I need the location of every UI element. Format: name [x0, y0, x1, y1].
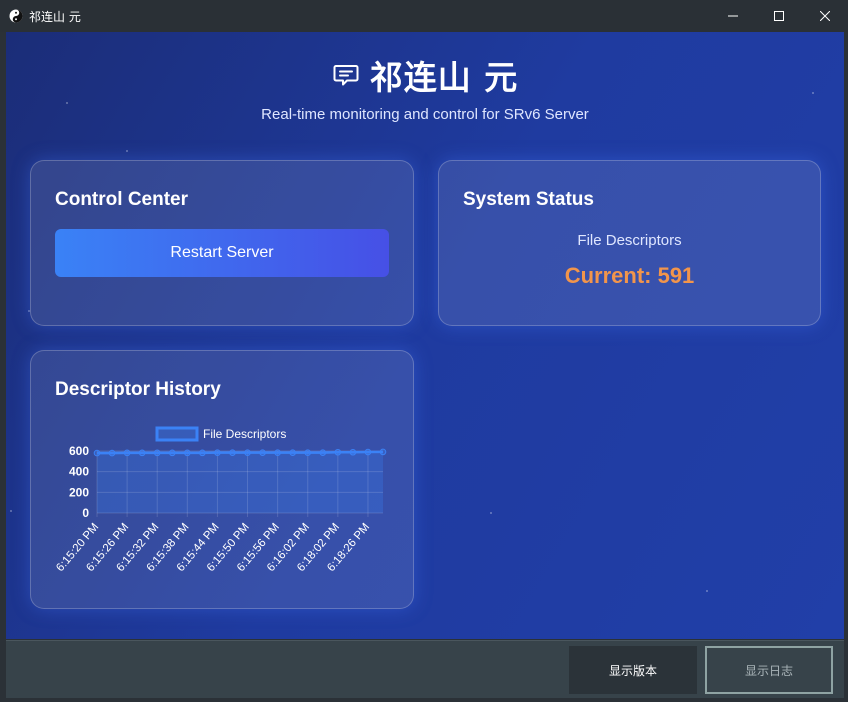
page-subtitle: Real-time monitoring and control for SRv…	[261, 106, 589, 123]
window-title: 祁连山 元	[29, 9, 81, 24]
y-tick-label: 600	[69, 444, 89, 458]
data-point	[379, 448, 387, 456]
data-point	[138, 449, 146, 457]
file-descriptors-current: Current: 591	[564, 263, 695, 288]
y-tick-label: 400	[69, 465, 89, 479]
data-point	[93, 449, 101, 457]
data-point	[153, 449, 161, 457]
page-title: 祁连山 元	[369, 58, 519, 97]
close-icon	[820, 11, 830, 21]
data-point	[364, 448, 372, 456]
data-point	[304, 449, 312, 456]
data-point	[108, 449, 116, 457]
control-center-title: Control Center	[55, 189, 188, 210]
background-star	[10, 510, 12, 512]
window-titlebar: 祁连山 元	[0, 0, 848, 32]
maximize-button[interactable]	[756, 0, 802, 32]
background-star	[490, 512, 492, 514]
data-point	[244, 449, 251, 456]
data-point	[199, 449, 206, 457]
descriptor-history-card: Descriptor History 0 200 400 600 6:15:20 PM 6…	[30, 350, 414, 609]
window-controls	[710, 0, 848, 32]
data-point	[214, 449, 221, 456]
descriptor-chart-svg: 02004006006:15:20 PM6:15:26 PM6:15:32 PM…	[54, 426, 387, 574]
file-descriptors-label: File Descriptors	[577, 232, 682, 249]
y-tick-label: 0	[82, 506, 89, 520]
page-header: 祁连山 元 Real-time monitoring and control f…	[6, 54, 844, 123]
data-point	[289, 449, 296, 456]
show-log-button[interactable]: 显示日志	[705, 646, 833, 694]
background-star	[126, 150, 128, 152]
minimize-icon	[728, 15, 738, 17]
data-point	[274, 449, 281, 456]
data-point	[184, 449, 191, 457]
data-point	[168, 449, 176, 457]
show-version-button[interactable]: 显示版本	[569, 646, 697, 694]
data-point	[229, 449, 236, 456]
footer-bar: 显示版本 显示日志	[6, 640, 844, 698]
main-panel: 祁连山 元 Real-time monitoring and control f…	[6, 32, 844, 639]
restart-server-button[interactable]: Restart Server	[55, 229, 389, 277]
legend-swatch	[155, 426, 199, 442]
background-star	[706, 590, 708, 592]
y-tick-label: 200	[69, 485, 89, 499]
data-point	[123, 449, 131, 457]
data-point	[349, 448, 357, 456]
message-icon	[332, 61, 360, 89]
system-status-card: System Status File Descriptors Current: …	[438, 160, 821, 326]
minimize-button[interactable]	[710, 0, 756, 32]
header-title-row: 祁连山 元	[6, 54, 844, 97]
data-point	[319, 449, 327, 456]
data-point	[334, 448, 342, 456]
data-point	[259, 449, 266, 456]
system-status-title: System Status	[463, 189, 594, 210]
control-center-card: Control Center Restart Server	[30, 160, 414, 326]
descriptor-chart: 0 200 400 600 6:15:20 PM 6:15:26 PM 6:15:32 PM…	[31, 351, 413, 608]
legend-label: File Descriptors	[203, 427, 286, 441]
maximize-icon	[774, 11, 784, 21]
close-button[interactable]	[802, 0, 848, 32]
yin-yang-icon	[9, 9, 23, 23]
chart-plot-area	[97, 451, 383, 513]
